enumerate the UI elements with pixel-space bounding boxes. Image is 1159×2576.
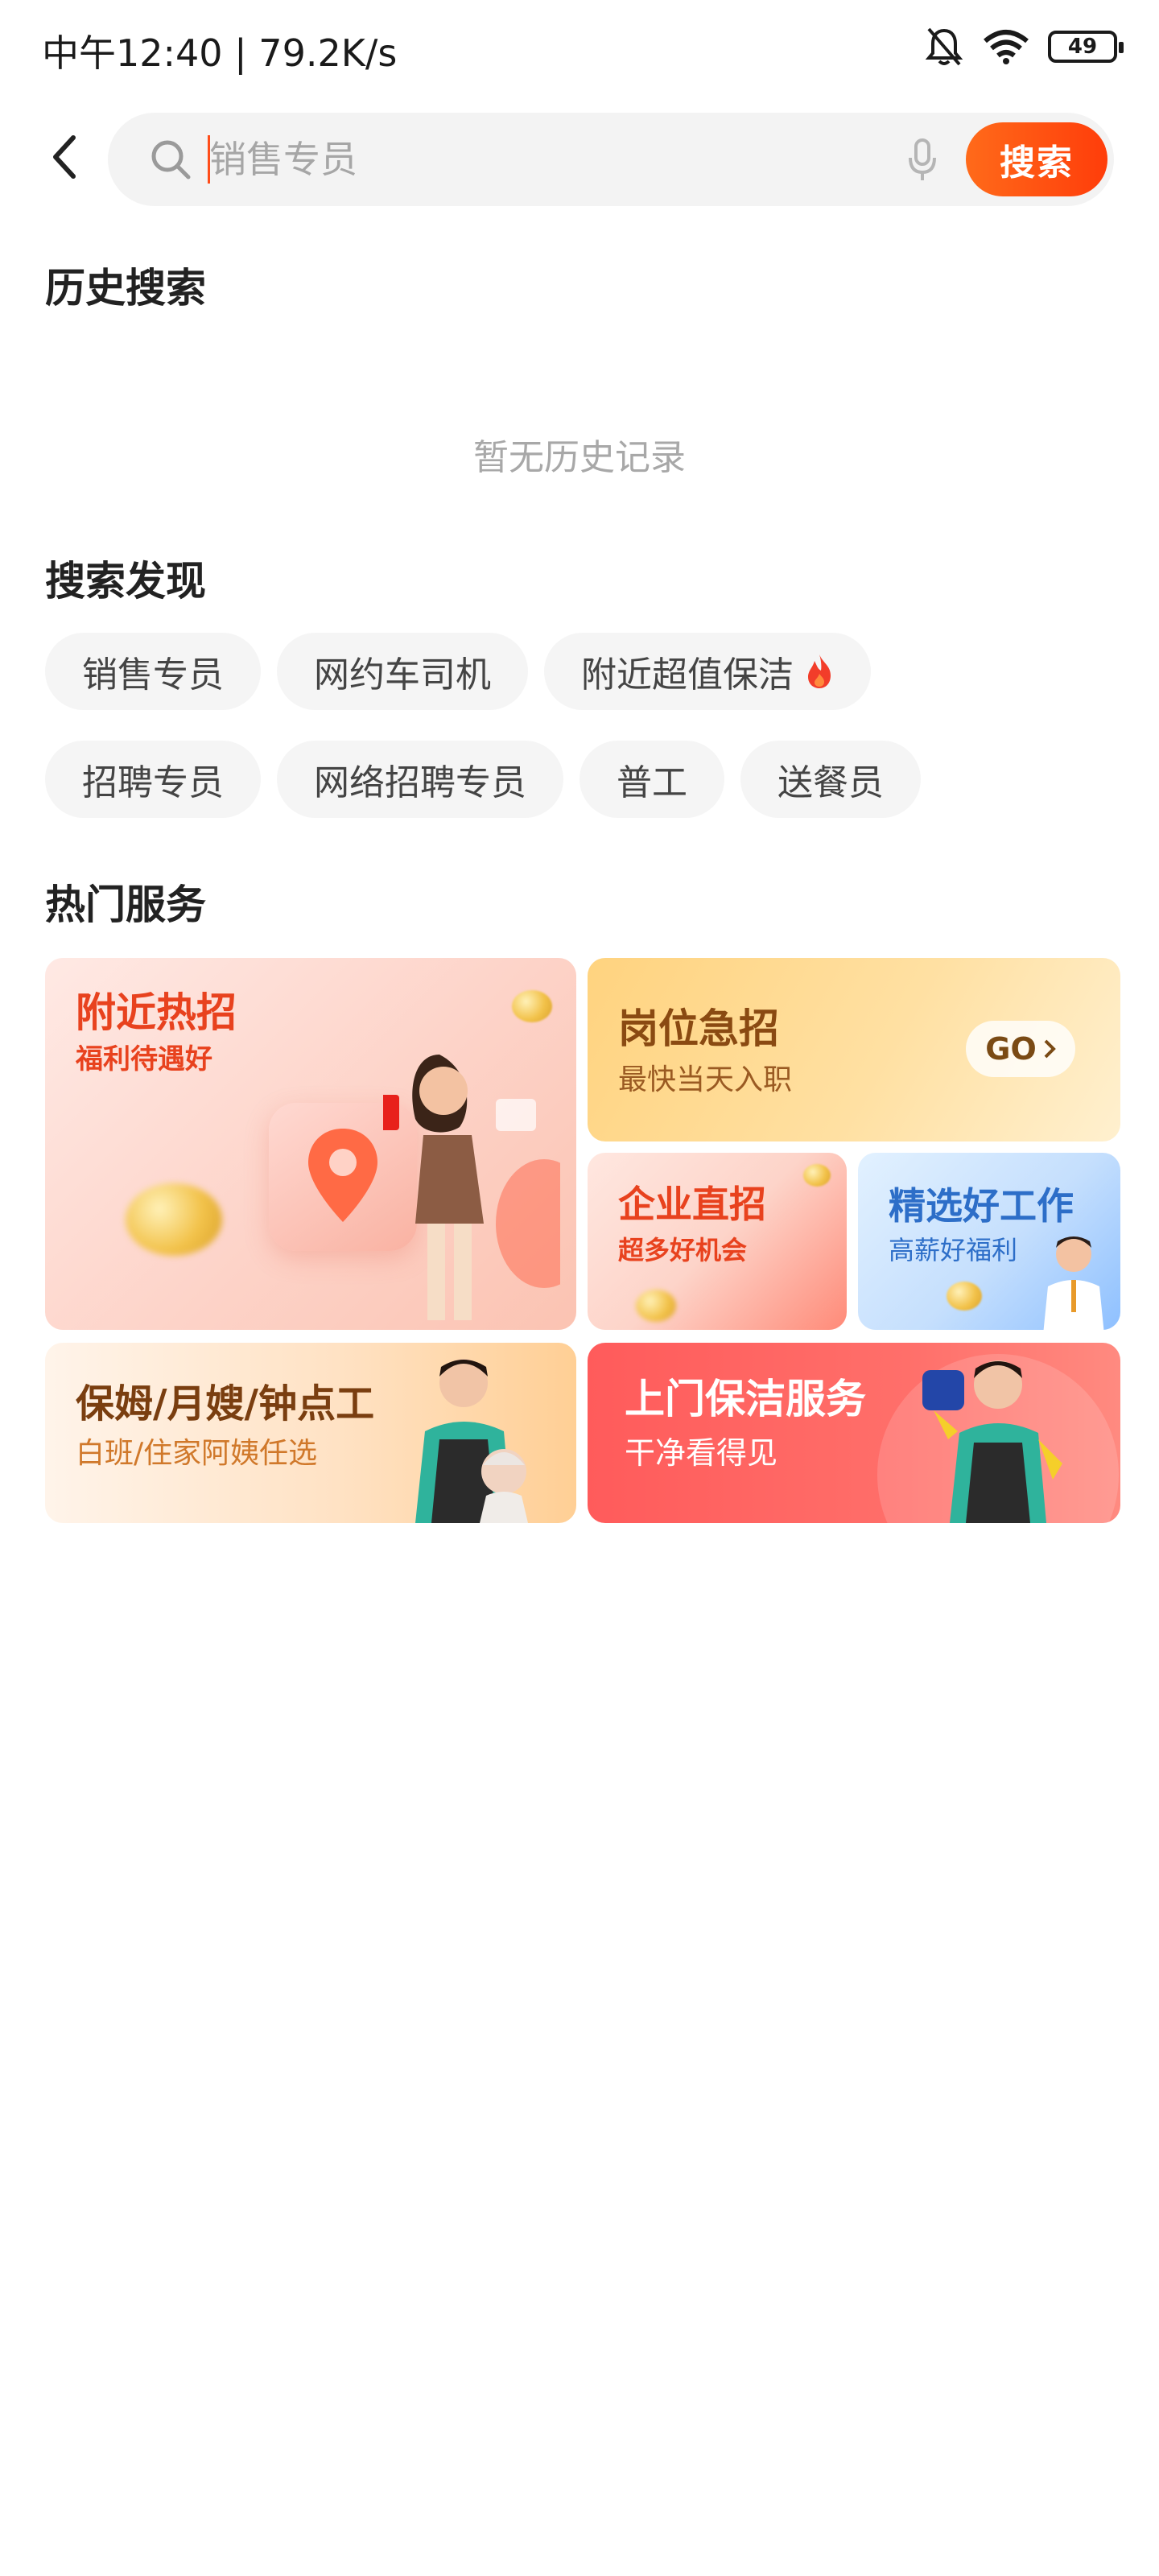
location-pin-icon	[308, 1129, 377, 1222]
chip-label: 普工	[617, 762, 687, 803]
fire-icon	[808, 654, 831, 688]
go-label: GO	[985, 1031, 1037, 1067]
card-title: 保姆/月嫂/钟点工	[76, 1381, 375, 1426]
back-button[interactable]	[40, 129, 89, 185]
nanny-services-card[interactable]: 保姆/月嫂/钟点工 白班/住家阿姨任选	[45, 1343, 576, 1523]
discover-chip[interactable]: 附近超值保洁	[544, 633, 871, 710]
card-title: 企业直招	[618, 1183, 766, 1226]
history-empty-text: 暂无历史记录	[473, 437, 686, 478]
discover-chip[interactable]: 网络招聘专员	[277, 741, 563, 818]
card-subtitle: 白班/住家阿姨任选	[76, 1437, 318, 1470]
discover-title: 搜索发现	[45, 558, 206, 605]
battery-icon: 49	[1048, 31, 1124, 63]
card-subtitle: 高薪好福利	[889, 1235, 1018, 1265]
discover-chip[interactable]: 招聘专员	[45, 741, 261, 818]
battery-level: 49	[1067, 35, 1098, 59]
search-box[interactable]: 搜索	[108, 113, 1114, 206]
chevron-right-icon	[1044, 1039, 1056, 1059]
nearby-jobs-card[interactable]: 附近热招 福利待遇好	[45, 958, 576, 1330]
card-title: 岗位急招	[618, 1005, 779, 1052]
coin-decoration	[636, 1290, 676, 1322]
microphone-icon[interactable]	[906, 137, 938, 184]
recruiter-figure	[383, 1055, 560, 1320]
discover-row-2: 招聘专员 网络招聘专员 普工 送餐员	[45, 741, 921, 818]
chip-label: 销售专员	[82, 654, 224, 696]
go-button[interactable]: GO	[966, 1021, 1075, 1077]
bell-muted-icon	[925, 27, 963, 66]
card-subtitle: 超多好机会	[618, 1235, 748, 1265]
discover-chip[interactable]: 网约车司机	[277, 633, 528, 710]
home-cleaning-card[interactable]: 上门保洁服务 干净看得见	[588, 1343, 1120, 1523]
card-title: 上门保洁服务	[625, 1376, 866, 1422]
chip-label: 招聘专员	[82, 762, 224, 803]
cleaner-figure	[922, 1360, 1062, 1523]
selected-jobs-card[interactable]: 精选好工作 高薪好福利	[858, 1153, 1120, 1330]
search-icon	[151, 140, 191, 180]
search-input[interactable]	[209, 129, 901, 190]
chip-label: 附近超值保洁	[581, 654, 794, 696]
chevron-left-icon	[53, 135, 76, 179]
card-title: 精选好工作	[889, 1184, 1074, 1228]
wifi-icon	[984, 30, 1029, 64]
direct-hire-card[interactable]: 企业直招 超多好机会	[588, 1153, 847, 1330]
chip-label: 网络招聘专员	[314, 762, 526, 803]
coin-decoration	[803, 1164, 831, 1187]
businessman-figure	[1043, 1236, 1104, 1330]
search-button[interactable]: 搜索	[966, 122, 1107, 196]
status-icons: 49	[924, 26, 1124, 68]
discover-row-1: 销售专员 网约车司机 附近超值保洁	[45, 633, 871, 710]
chip-label: 送餐员	[777, 762, 884, 803]
discover-chip[interactable]: 普工	[580, 741, 724, 818]
chip-label: 网约车司机	[314, 654, 491, 696]
status-time-speed: 中午12:40 | 79.2K/s	[42, 31, 398, 75]
hot-services-title: 热门服务	[45, 881, 206, 928]
card-subtitle: 福利待遇好	[76, 1043, 212, 1075]
coin-decoration	[947, 1282, 982, 1311]
card-subtitle: 最快当天入职	[618, 1063, 793, 1096]
coin-decoration	[512, 990, 552, 1022]
card-title: 附近热招	[76, 989, 237, 1036]
status-bar: 中午12:40 | 79.2K/s 49	[0, 0, 1159, 100]
nanny-figures	[415, 1359, 528, 1523]
urgent-jobs-card[interactable]: 岗位急招 最快当天入职 GO	[588, 958, 1120, 1141]
history-title: 历史搜索	[45, 265, 206, 312]
discover-chip[interactable]: 销售专员	[45, 633, 261, 710]
discover-chip[interactable]: 送餐员	[740, 741, 921, 818]
coin-decoration	[126, 1183, 222, 1256]
card-subtitle: 干净看得见	[625, 1435, 778, 1471]
